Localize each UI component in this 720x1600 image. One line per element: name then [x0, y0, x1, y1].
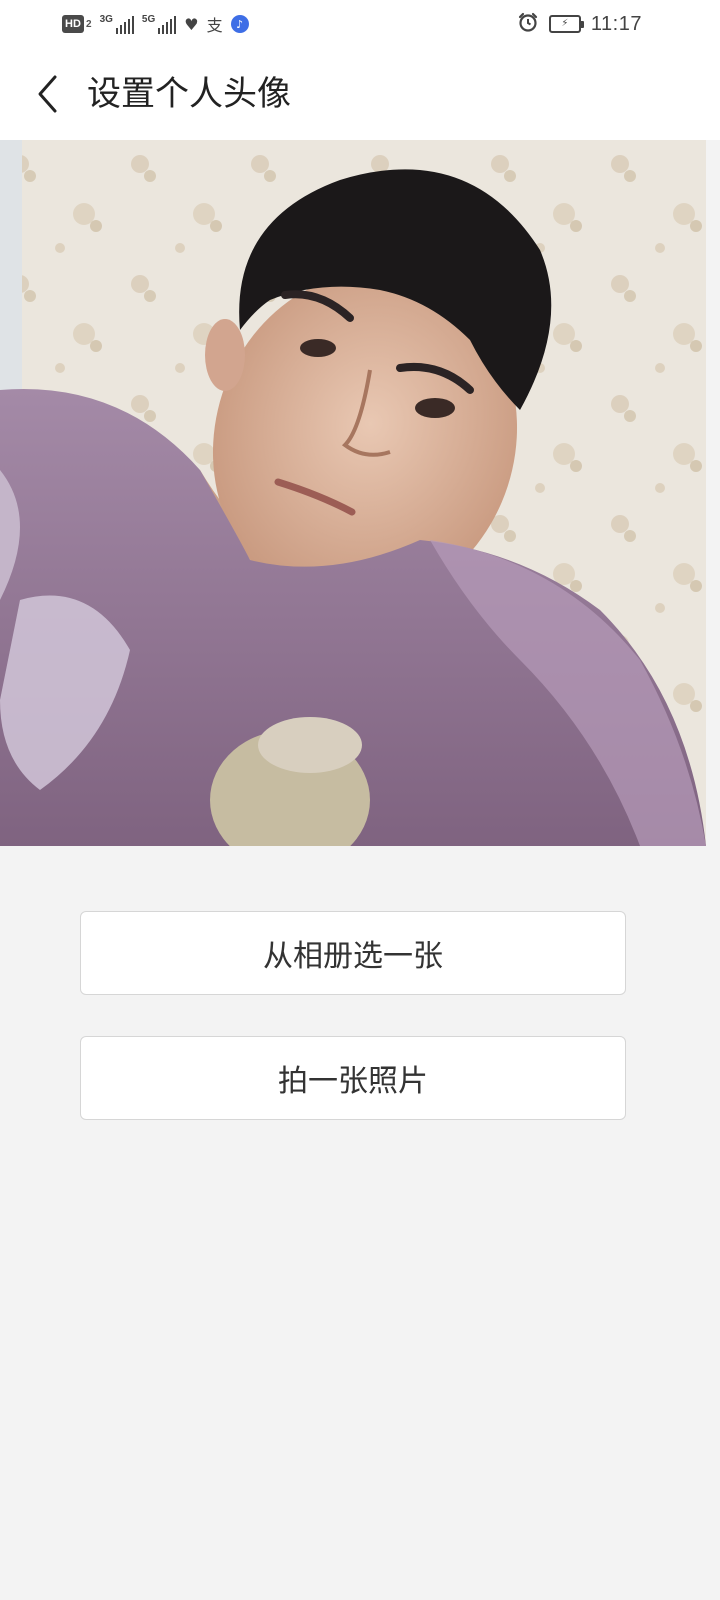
health-heart-icon: ♥ [184, 14, 199, 34]
alipay-icon: 支 [206, 16, 223, 35]
take-photo-button[interactable]: 拍一张照片 [80, 1036, 626, 1120]
page-title: 设置个人头像 [87, 74, 291, 114]
chevron-left-icon [38, 75, 57, 113]
signal-3g-icon: 3G [100, 14, 134, 34]
music-icon: ♪ [230, 15, 249, 33]
avatar-preview-image [0, 140, 706, 846]
app-header: 设置个人头像 [0, 48, 720, 140]
choose-from-album-button[interactable]: 从相册选一张 [80, 911, 626, 995]
status-time: 11:17 [590, 12, 642, 35]
hd-sub-label: 2 [86, 18, 92, 30]
back-button[interactable] [26, 70, 70, 118]
status-bar-left: HD 2 3G 5G ♥ 支 ♪ [62, 10, 249, 38]
status-bar-right: ⚡ 11:17 [517, 10, 642, 38]
battery-charging-icon: ⚡ [548, 15, 584, 33]
hd-badge-icon: HD [62, 15, 84, 33]
status-bar: HD 2 3G 5G ♥ 支 ♪ ⚡ 11:17 [0, 0, 720, 48]
alarm-icon [517, 11, 539, 37]
signal-5g-icon: 5G [141, 14, 177, 34]
network-5g-label: 5G [141, 14, 156, 25]
network-3g-label: 3G [99, 14, 113, 25]
